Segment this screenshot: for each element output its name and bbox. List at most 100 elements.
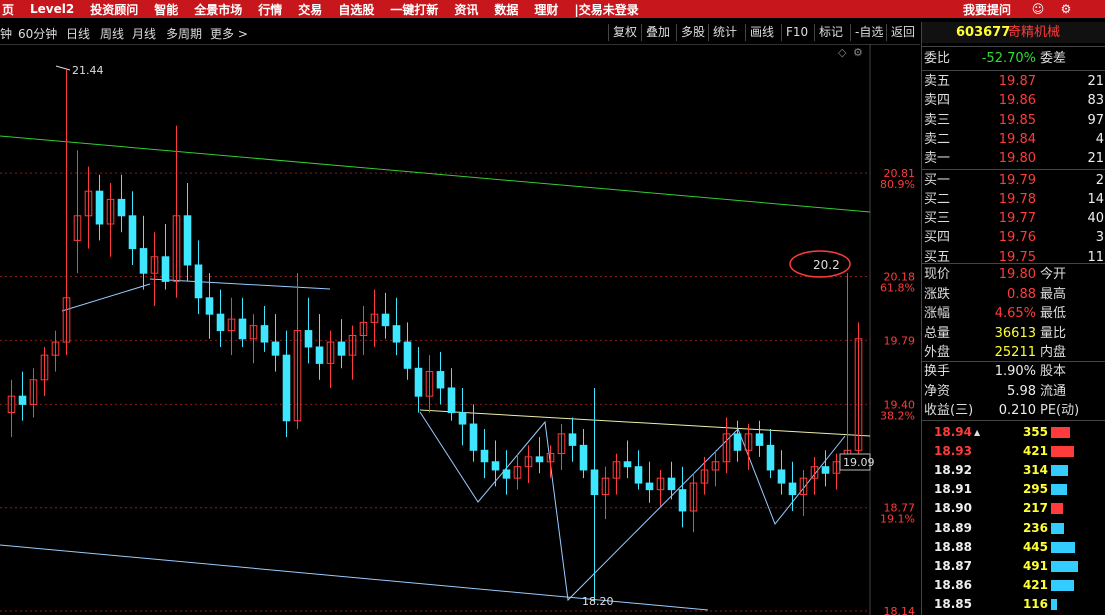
gear-icon[interactable]: ⚙ [1057,0,1075,18]
candle [348,325,357,380]
stat-label: 现价 [924,267,951,282]
menu-item-12[interactable]: |交易未登录 [566,1,646,18]
candle [722,417,731,474]
menu-item-5[interactable]: 行情 [250,1,290,18]
stock-name: 奇精机械 [1008,25,1061,40]
tick-row: 18.88 445 [922,538,1105,557]
tick-row: 18.89 236 [922,519,1105,538]
candle [491,440,500,487]
candle [436,351,445,405]
period-tab-4[interactable]: 月线 [132,25,156,42]
candle [557,424,566,470]
menu-item-1[interactable]: Level2 [22,2,82,16]
stat-label: 收益(三) [924,403,974,418]
stock-header: 603677 奇精机械 [922,22,1105,43]
candle [183,182,192,282]
tick-volume: 314 [1022,463,1048,478]
tick-volume-bar [1051,503,1063,515]
candle [513,453,522,490]
neckline [419,409,871,437]
period-tab-2[interactable]: 日线 [66,25,90,42]
candle [370,289,379,347]
tick-price: 18.90 [934,501,972,516]
bid-row[interactable]: 买四 19.76 3 [922,228,1105,247]
low-price-label: 18.20 [582,595,614,608]
menu-item-7[interactable]: 自选股 [330,1,382,18]
stat-label: 涨跌 [924,286,951,302]
tick-price: 18.94 [934,425,972,439]
candle [656,469,665,507]
tick-volume-bar [1051,579,1074,591]
menu-item-10[interactable]: 数据 [486,1,526,18]
tick-volume: 491 [1022,558,1048,573]
y-tick-label: 19.79 [884,334,916,347]
ask-question-link[interactable]: 我要提问 [955,1,1019,18]
high-pointer [55,65,71,71]
menu-item-0[interactable]: 页 [0,1,22,18]
candle [832,453,841,490]
toolbar-button-0[interactable]: 复权 [608,24,641,41]
candle [799,469,808,516]
ask-row[interactable]: 卖二 19.84 4 [922,130,1105,149]
y-tick-pct: 19.1% [880,513,915,526]
order-ratio-row: 委比 -52.70% 委差 [922,49,1105,68]
period-tab-6[interactable]: 更多 > [210,25,248,42]
diamond-icon[interactable]: ◇ [838,46,847,59]
toolbar-button-4[interactable]: 画线 [745,24,778,41]
level-label: 买四 [924,230,951,246]
toolbar-button-6[interactable]: 标记 [814,24,847,41]
candle [117,174,126,233]
toolbar-button-2[interactable]: 多股 [676,24,709,41]
toolbar-button-7[interactable]: -自选 [850,24,887,41]
tick-volume: 355 [1022,425,1048,439]
menu-item-9[interactable]: 资讯 [446,1,486,18]
toolbar-button-5[interactable]: F10 [781,24,812,41]
tick-volume: 116 [1022,596,1048,611]
level-volume: 21 [1087,151,1104,167]
period-tab-1[interactable]: 60分钟 [18,25,57,42]
candle [634,450,643,490]
ask-row[interactable]: 卖三 19.85 97 [922,111,1105,130]
settings-icon[interactable]: ⚙ [853,46,863,59]
bid-row[interactable]: 买一 19.79 2 [922,171,1105,190]
trend-line [61,283,151,312]
stat-row: 现价 19.80 今开 [922,265,1105,284]
candle [392,297,401,356]
kline-chart[interactable]: 20.8180.9%20.1861.8%19.7919.4038.2%18.77… [0,44,920,615]
bid-row[interactable]: 买二 19.78 14 [922,190,1105,209]
candle [381,292,390,339]
ask-row[interactable]: 卖五 19.87 21 [922,72,1105,91]
level-label: 买三 [924,211,951,227]
toolbar-button-3[interactable]: 统计 [708,24,741,41]
period-tab-0[interactable]: 钟 [0,25,12,42]
ask-row[interactable]: 卖一 19.80 21 [922,149,1105,168]
tick-price: 18.87 [934,558,972,573]
menu-item-11[interactable]: 理财 [526,1,566,18]
period-tab-3[interactable]: 周线 [100,25,124,42]
ask-row[interactable]: 卖四 19.86 83 [922,91,1105,110]
menu-item-6[interactable]: 交易 [290,1,330,18]
menu-item-3[interactable]: 智能 [146,1,186,18]
candle [689,473,698,533]
menu-item-2[interactable]: 投资顾问 [82,1,146,18]
period-tab-5[interactable]: 多周期 [166,25,202,42]
toolbar-button-8[interactable]: 返回 [886,24,919,41]
tick-row: 18.87 491 [922,557,1105,576]
stock-code: 603677 [956,25,1011,40]
candle [293,273,302,429]
stat-row: 外盘 25211 内盘 [922,343,1105,362]
stat-label: 净资 [924,383,951,399]
toolbar-button-1[interactable]: 叠加 [641,24,674,41]
tick-volume-bar [1051,560,1078,572]
user-icon[interactable]: ☺ [1029,0,1047,18]
menu-item-8[interactable]: 一键打新 [382,1,446,18]
tick-volume: 445 [1022,539,1048,554]
candle [502,450,511,495]
ratio-value: -52.70% [981,51,1036,66]
menu-item-4[interactable]: 全景市场 [186,1,250,18]
tick-volume-bar [1051,484,1067,496]
level-price: 19.87 [998,74,1036,89]
bid-row[interactable]: 买三 19.77 40 [922,209,1105,228]
ratio-label: 委比 [924,51,951,66]
level-label: 卖五 [924,74,951,89]
